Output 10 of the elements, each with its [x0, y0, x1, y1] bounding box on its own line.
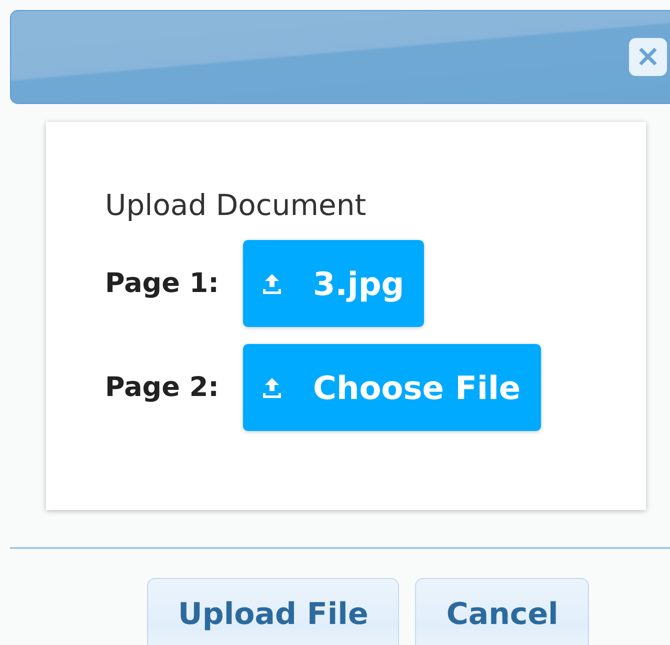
dialog-button[interactable]: Cancel — [415, 578, 590, 645]
upload-icon — [261, 376, 283, 400]
page-label: Page 2: — [105, 372, 220, 403]
upload-icon — [261, 272, 283, 296]
dialog-button[interactable]: Upload File — [147, 578, 400, 645]
file-button[interactable]: 3.jpg — [243, 240, 424, 327]
close-button[interactable]: × — [629, 38, 667, 76]
form-heading: Upload Document — [105, 188, 368, 222]
page-label: Page 1: — [105, 268, 220, 299]
file-button[interactable]: Choose File — [243, 344, 541, 431]
